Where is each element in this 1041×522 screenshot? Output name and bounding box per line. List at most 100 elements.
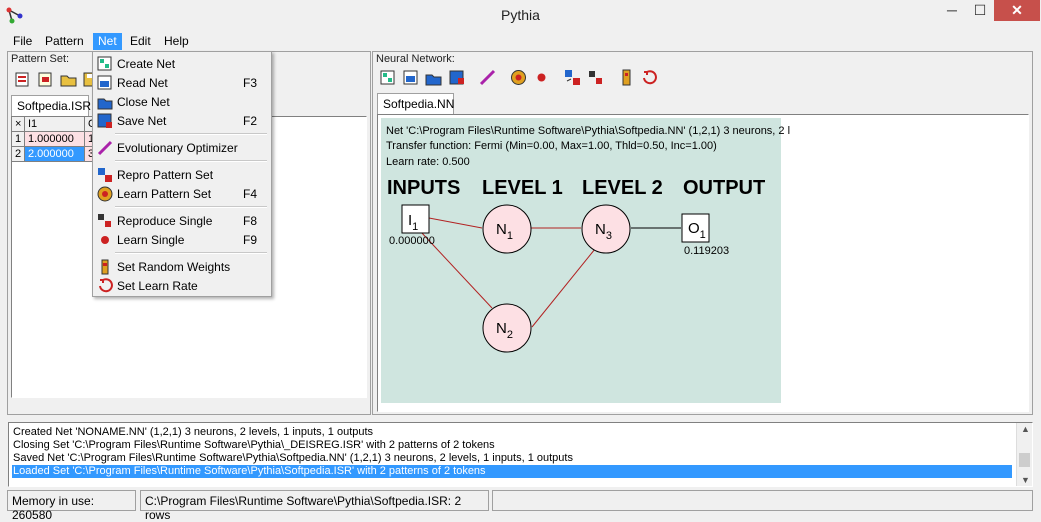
menu-read-net[interactable]: Read Net F3 (93, 73, 271, 92)
input-value: 0.000000 (389, 235, 435, 247)
neuron-n3[interactable] (581, 204, 631, 254)
close-net-icon[interactable] (425, 69, 442, 86)
menu-create-net[interactable]: Create Net (93, 54, 271, 73)
save-net-icon (97, 113, 112, 128)
save-net-icon[interactable] (448, 69, 465, 86)
menu-label: Evolutionary Optimizer (117, 141, 238, 155)
menu-shortcut: F2 (242, 114, 257, 128)
grid-corner[interactable]: × (12, 117, 25, 132)
heading-level-1: LEVEL 1 (482, 177, 563, 199)
close-net-icon (97, 98, 113, 110)
log-entry-selected[interactable]: Loaded Set 'C:\Program Files\Runtime Sof… (12, 465, 1012, 478)
status-file: C:\Program Files\Runtime Software\Pythia… (140, 490, 489, 522)
menu-evolutionary-optimizer[interactable]: Evolutionary Optimizer (93, 138, 271, 157)
menu-set-random-weights[interactable]: Set Random Weights (93, 257, 271, 276)
output-value: 0.119203 (684, 245, 729, 257)
log-scrollbar[interactable]: ▲ ▼ (1016, 423, 1032, 486)
read-net-icon (97, 75, 112, 90)
menu-separator (115, 206, 267, 208)
learn-rate-icon (99, 278, 113, 293)
menu-set-learn-rate[interactable]: Set Learn Rate (93, 276, 271, 295)
menu-label: Repro Pattern Set (117, 168, 214, 182)
log-entry[interactable]: Created Net 'NONAME.NN' (1,2,1) 3 neuron… (12, 426, 1012, 439)
heading-output: OUTPUT (683, 177, 766, 199)
learn-single-icon[interactable] (533, 69, 550, 86)
menu-label: Read Net (117, 76, 168, 90)
scroll-up-icon[interactable]: ▲ (1021, 424, 1030, 434)
menu-bar: File Pattern Net Edit Help (0, 31, 1041, 51)
neuron-n2[interactable] (482, 303, 532, 353)
menu-label: Create Net (117, 57, 176, 71)
create-net-icon (97, 56, 112, 71)
menu-learn-pattern-set[interactable]: Learn Pattern Set F4 (93, 184, 271, 203)
menu-label: Reproduce Single (117, 214, 213, 228)
row-number[interactable]: 2 (12, 147, 25, 162)
add-pattern-icon[interactable] (37, 71, 54, 88)
grid-header-i1[interactable]: I1 (25, 117, 85, 132)
menu-edit[interactable]: Edit (125, 33, 156, 50)
table-cell-i1-selected[interactable]: 2.000000 (25, 147, 85, 162)
title-bar: Pythia ─ ☐ ✕ (0, 0, 1041, 31)
evolutionary-optimizer-icon[interactable] (479, 69, 496, 86)
random-weights-icon (101, 259, 109, 275)
menu-net[interactable]: Net (93, 33, 122, 50)
menu-file[interactable]: File (8, 33, 37, 50)
tab-pattern-set[interactable]: Softpedia.ISR (11, 95, 91, 116)
net-info-line: Net 'C:\Program Files\Runtime Software\P… (386, 125, 791, 137)
log-entry[interactable]: Closing Set 'C:\Program Files\Runtime So… (12, 439, 1012, 452)
learn-pattern-set-icon (97, 186, 113, 202)
link-n2-n3 (531, 248, 596, 328)
open-set-icon[interactable] (60, 71, 77, 88)
menu-label: Set Random Weights (117, 260, 231, 274)
create-net-icon[interactable] (379, 69, 396, 86)
neuron-n1[interactable] (482, 204, 532, 254)
menu-separator (115, 252, 267, 254)
learn-single-icon (101, 236, 109, 244)
menu-separator (115, 160, 267, 162)
new-set-icon[interactable] (14, 71, 31, 88)
link-i1-n1 (428, 217, 483, 229)
menu-label: Set Learn Rate (117, 279, 198, 293)
tab-neural-network[interactable]: Softpedia.NN (377, 93, 454, 114)
menu-label: Save Net (117, 114, 167, 128)
net-info-line: Learn rate: 0.500 (386, 156, 470, 168)
menu-shortcut: F8 (242, 214, 257, 228)
learn-rate-icon[interactable] (641, 69, 658, 86)
pattern-set-label: Pattern Set: (11, 53, 70, 65)
menu-repro-pattern-set[interactable]: Repro Pattern Set (93, 165, 271, 184)
evolutionary-optimizer-icon (97, 140, 113, 156)
maximize-button[interactable]: ☐ (966, 0, 994, 21)
scroll-down-icon[interactable]: ▼ (1021, 475, 1030, 485)
menu-label: Learn Pattern Set (117, 187, 212, 201)
network-graph: I1 N1 N3 N2 O1 0.000000 0.119203 (389, 204, 729, 353)
menu-shortcut: F4 (242, 187, 257, 201)
row-number[interactable]: 1 (12, 132, 25, 147)
menu-reproduce-single[interactable]: Reproduce Single F8 (93, 211, 271, 230)
scroll-thumb[interactable] (1019, 453, 1030, 467)
menu-shortcut: F9 (242, 233, 257, 247)
menu-shortcut: F3 (242, 76, 257, 90)
table-cell-i1[interactable]: 1.000000 (25, 132, 85, 147)
read-net-icon[interactable] (402, 69, 419, 86)
log-entry[interactable]: Saved Net 'C:\Program Files\Runtime Soft… (12, 452, 1012, 465)
menu-save-net[interactable]: Save Net F2 (93, 111, 271, 130)
net-info-line: Transfer function: Fermi (Min=0.00, Max=… (386, 140, 717, 152)
learn-pattern-set-icon[interactable] (510, 69, 527, 86)
reproduce-single-icon (98, 214, 111, 227)
heading-level-2: LEVEL 2 (582, 177, 663, 199)
reproduce-single-icon[interactable] (587, 69, 604, 86)
menu-label: Learn Single (117, 233, 185, 247)
menu-help[interactable]: Help (159, 33, 194, 50)
menu-label: Close Net (117, 95, 170, 109)
menu-close-net[interactable]: Close Net (93, 92, 271, 111)
status-empty (492, 490, 1033, 511)
menu-learn-single[interactable]: Learn Single F9 (93, 230, 271, 249)
net-menu-dropdown: Create Net Read Net F3 Close Net Save Ne… (92, 51, 272, 297)
menu-separator (115, 133, 267, 135)
repro-pattern-set-icon[interactable] (564, 69, 581, 86)
random-weights-icon[interactable] (618, 69, 635, 86)
minimize-button[interactable]: ─ (938, 0, 966, 21)
menu-pattern[interactable]: Pattern (40, 33, 89, 50)
close-button[interactable]: ✕ (994, 0, 1040, 21)
window-title: Pythia (501, 7, 540, 23)
